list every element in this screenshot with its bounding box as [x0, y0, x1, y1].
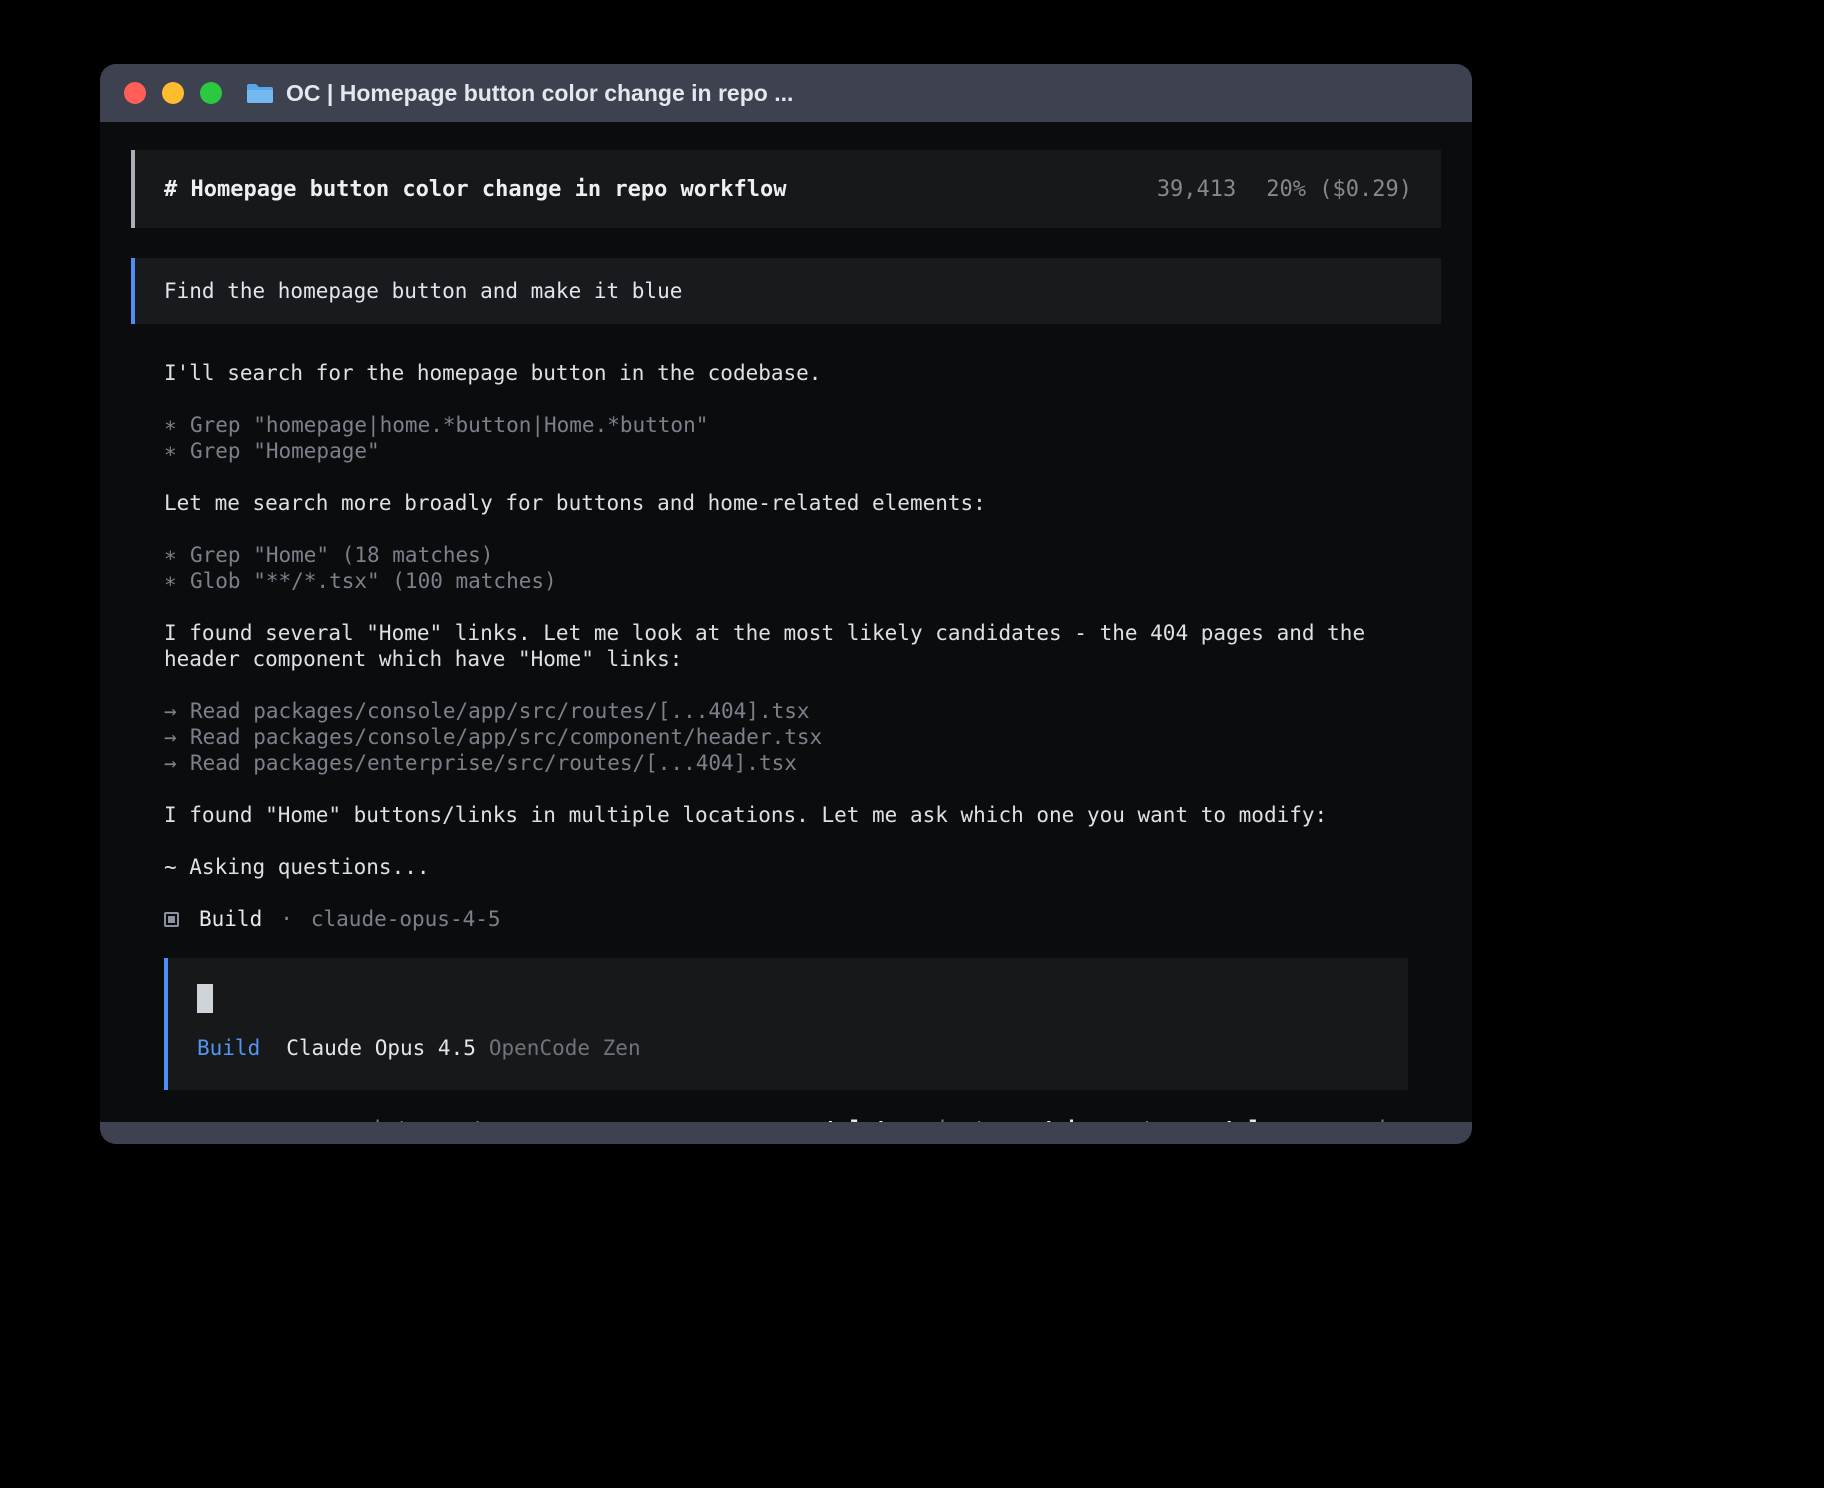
tool-call-text: Read packages/console/app/src/routes/[..… — [190, 699, 810, 723]
window-title: OC | Homepage button color change in rep… — [286, 80, 793, 107]
tool-call-text: Grep "Homepage" — [190, 439, 380, 463]
tool-bullet-icon: ∗ — [164, 542, 190, 568]
window-bottom-chrome — [100, 1122, 1472, 1144]
session-header: # Homepage button color change in repo w… — [131, 150, 1441, 228]
titlebar[interactable]: OC | Homepage button color change in rep… — [100, 64, 1472, 122]
traffic-lights — [124, 82, 222, 104]
tool-bullet-icon: ∗ — [164, 412, 190, 438]
read-arrow-icon: → — [164, 750, 190, 776]
session-title: # Homepage button color change in repo w… — [164, 177, 787, 202]
conversation: I'll search for the homepage button in t… — [131, 324, 1441, 1122]
agent-separator: · — [280, 906, 293, 932]
read-arrow-icon: → — [164, 724, 190, 750]
tool-call-line: ∗Grep "Homepage" — [164, 438, 1408, 464]
token-count: 39,413 — [1157, 177, 1236, 202]
agent-icon — [164, 912, 179, 927]
tool-bullet-icon: ∗ — [164, 438, 190, 464]
input-meta: Build Claude Opus 4.5 OpenCode Zen — [197, 1035, 1379, 1061]
tool-call-line: →Read packages/enterprise/src/routes/[..… — [164, 750, 1408, 776]
tool-call-text: Read packages/console/app/src/component/… — [190, 725, 822, 749]
terminal-window: OC | Homepage button color change in rep… — [100, 64, 1472, 1144]
context-cost: 20% ($0.29) — [1266, 177, 1412, 202]
window-title-group: OC | Homepage button color change in rep… — [246, 80, 793, 107]
tool-call-group: →Read packages/console/app/src/routes/[.… — [164, 698, 1408, 776]
minimize-button[interactable] — [162, 82, 184, 104]
assistant-text-line: I found several "Home" links. Let me loo… — [164, 620, 1408, 646]
terminal-content: # Homepage button color change in repo w… — [100, 122, 1472, 1122]
assistant-text: I'll search for the homepage button in t… — [164, 360, 1408, 386]
tool-call-group: ∗Grep "homepage|home.*button|Home.*butto… — [164, 412, 1408, 464]
model-label: Claude Opus 4.5 — [286, 1036, 476, 1060]
mode-label: Build — [197, 1036, 260, 1060]
session-stats: 39,413 20% ($0.29) — [1157, 177, 1412, 202]
assistant-text: Let me search more broadly for buttons a… — [164, 490, 1408, 516]
zoom-button[interactable] — [200, 82, 222, 104]
user-message-text: Find the homepage button and make it blu… — [164, 279, 682, 303]
tool-call-text: Grep "Home" (18 matches) — [190, 543, 493, 567]
assistant-text: I found several "Home" links. Let me loo… — [164, 620, 1408, 672]
folder-icon — [246, 82, 274, 104]
provider-label: OpenCode Zen — [489, 1036, 641, 1060]
assistant-text: I found "Home" buttons/links in multiple… — [164, 802, 1408, 828]
tool-call-text: Read packages/enterprise/src/routes/[...… — [190, 751, 797, 775]
tool-call-text: Glob "**/*.tsx" (100 matches) — [190, 569, 557, 593]
tool-call-line: ∗Grep "homepage|home.*button|Home.*butto… — [164, 412, 1408, 438]
user-message: Find the homepage button and make it blu… — [131, 258, 1441, 324]
assistant-text-line: header component which have "Home" links… — [164, 646, 1408, 672]
tool-bullet-icon: ∗ — [164, 568, 190, 594]
tool-call-group: ∗Grep "Home" (18 matches) ∗Glob "**/*.ts… — [164, 542, 1408, 594]
input-cursor — [197, 984, 213, 1013]
tool-call-line: →Read packages/console/app/src/component… — [164, 724, 1408, 750]
tool-call-line: →Read packages/console/app/src/routes/[.… — [164, 698, 1408, 724]
agent-name: Build — [199, 906, 262, 932]
read-arrow-icon: → — [164, 698, 190, 724]
close-button[interactable] — [124, 82, 146, 104]
tool-call-text: Grep "homepage|home.*button|Home.*button… — [190, 413, 708, 437]
prompt-input[interactable]: Build Claude Opus 4.5 OpenCode Zen — [164, 958, 1408, 1090]
agent-status: Build · claude-opus-4-5 — [164, 906, 1408, 932]
tool-call-line: ∗Grep "Home" (18 matches) — [164, 542, 1408, 568]
agent-model: claude-opus-4-5 — [311, 906, 501, 932]
tool-call-line: ∗Glob "**/*.tsx" (100 matches) — [164, 568, 1408, 594]
asking-status: ~ Asking questions... — [164, 854, 1408, 880]
